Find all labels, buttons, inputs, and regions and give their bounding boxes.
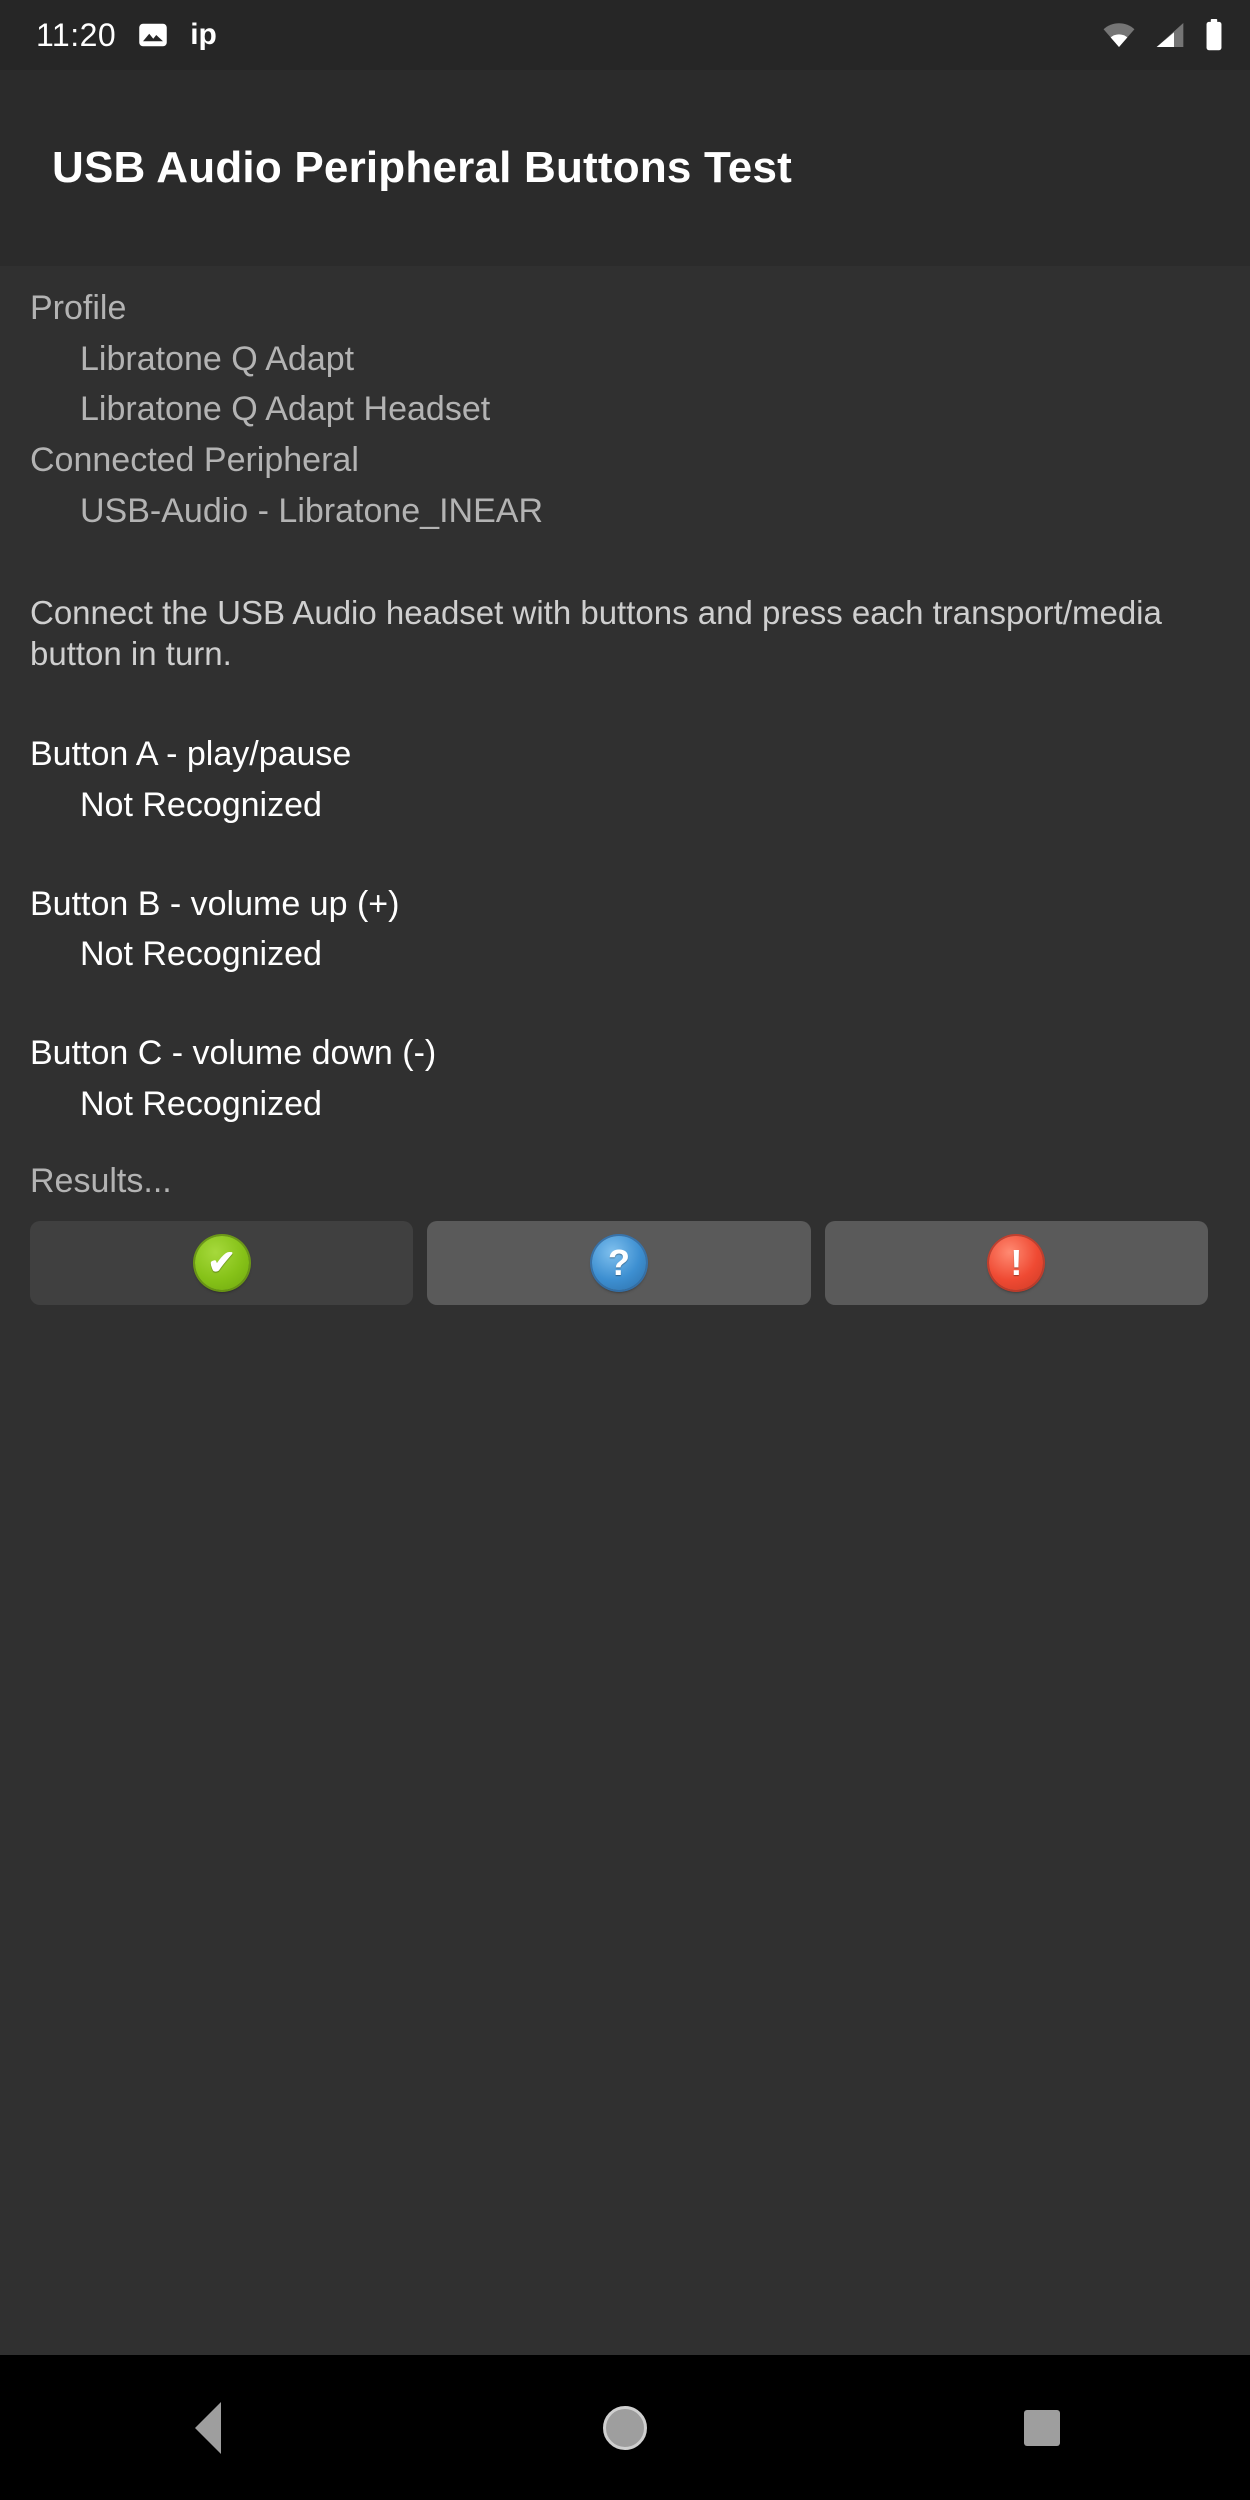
test-label-c: Button C - volume down (-) <box>30 1033 437 1072</box>
status-bar-right <box>1102 19 1224 51</box>
app-bar: USB Audio Peripheral Buttons Test <box>0 70 1250 266</box>
navigation-bar <box>0 2355 1250 2500</box>
fail-button[interactable]: ! <box>824 1221 1208 1306</box>
wifi-icon <box>1102 21 1136 49</box>
profile-value-1: Libratone Q Adapt Headset <box>80 390 491 429</box>
test-status-b: Not Recognized <box>80 935 322 974</box>
info-glyph: ? <box>607 1242 630 1284</box>
connected-peripheral-value: USB-Audio - Libratone_INEAR <box>80 491 544 530</box>
exclamation-circle-icon: ! <box>989 1236 1044 1291</box>
test-status-c: Not Recognized <box>80 1084 322 1123</box>
test-status-a: Not Recognized <box>80 785 322 824</box>
status-bar: 11:20 ip <box>0 0 1250 70</box>
pass-glyph: ✔ <box>207 1244 236 1283</box>
info-button[interactable]: ? <box>427 1221 811 1306</box>
status-bar-left: 11:20 ip <box>36 17 217 54</box>
nav-recents-button[interactable] <box>957 2355 1127 2500</box>
test-label-b: Button B - volume up (+) <box>30 884 400 923</box>
status-bar-ip-label: ip <box>190 18 217 51</box>
result-button-row: ✔ ? ! <box>30 1221 1220 1306</box>
pass-button[interactable]: ✔ <box>30 1221 414 1306</box>
fail-glyph: ! <box>1010 1242 1023 1284</box>
recents-square-icon <box>1023 2409 1060 2446</box>
results-label: Results... <box>30 1162 172 1201</box>
nav-back-button[interactable] <box>123 2355 293 2500</box>
page-title: USB Audio Peripheral Buttons Test <box>52 143 792 192</box>
profile-label: Profile <box>30 289 127 327</box>
back-triangle-icon <box>195 2401 222 2454</box>
home-circle-icon <box>602 2405 647 2450</box>
question-circle-icon: ? <box>591 1236 646 1291</box>
phone-screen: 11:20 ip USB Audio Peripheral Buttons Te… <box>0 0 1250 2500</box>
battery-full-icon <box>1204 19 1224 51</box>
instructions-text: Connect the USB Audio headset with butto… <box>30 593 1162 672</box>
main-content: Profile Libratone Q Adapt Libratone Q Ad… <box>0 266 1250 2355</box>
check-circle-icon: ✔ <box>194 1236 249 1291</box>
cellular-signal-icon <box>1154 21 1186 49</box>
test-item-b: Button B - volume up (+) Not Recognized <box>30 884 1220 974</box>
test-label-a: Button A - play/pause <box>30 735 352 774</box>
status-bar-clock: 11:20 <box>36 16 117 53</box>
image-icon <box>138 20 168 50</box>
test-item-a: Button A - play/pause Not Recognized <box>30 736 1220 823</box>
nav-home-button[interactable] <box>540 2355 710 2500</box>
profile-value-0: Libratone Q Adapt <box>80 339 355 378</box>
test-item-c: Button C - volume down (-) Not Recognize… <box>30 1035 1220 1122</box>
connected-peripheral-label: Connected Peripheral <box>30 441 359 480</box>
